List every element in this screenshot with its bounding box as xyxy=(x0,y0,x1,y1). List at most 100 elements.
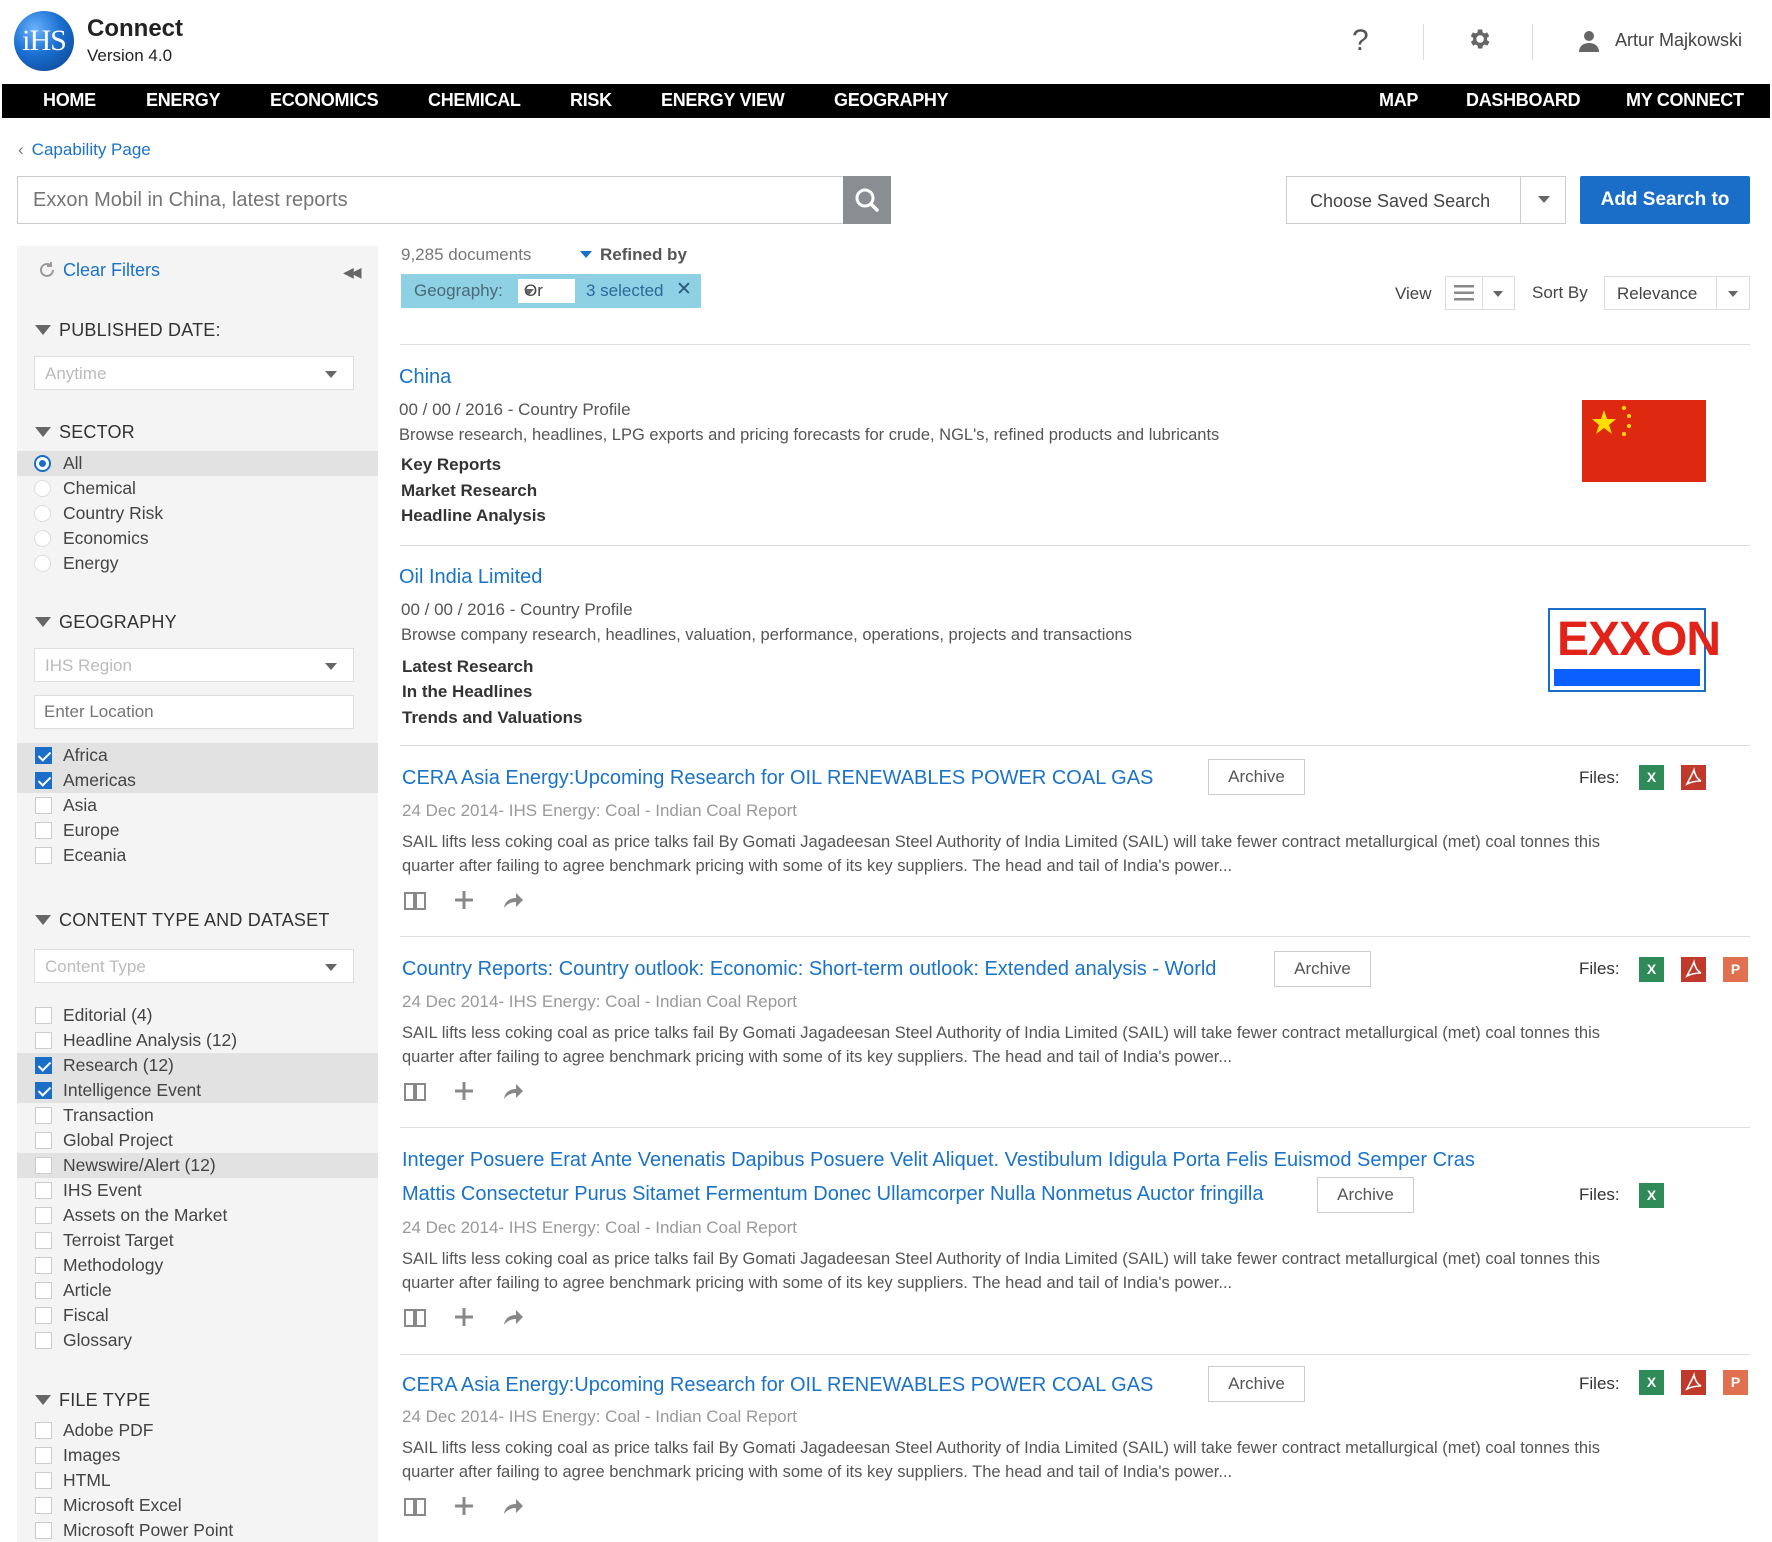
content-option-assets-on-market[interactable]: Assets on the Market xyxy=(17,1203,378,1228)
content-option-newswire-alert[interactable]: Newswire/Alert (12) xyxy=(17,1153,378,1178)
list-view-icon[interactable] xyxy=(1454,284,1474,302)
checkbox[interactable] xyxy=(35,1307,52,1324)
nav-energy-view[interactable]: ENERGY VIEW xyxy=(661,90,785,111)
checkbox[interactable] xyxy=(35,1107,52,1124)
add-icon[interactable] xyxy=(452,1305,476,1329)
view-selector[interactable] xyxy=(1445,276,1515,310)
checkbox[interactable] xyxy=(35,1522,52,1539)
nav-dashboard[interactable]: DASHBOARD xyxy=(1466,90,1581,111)
search-button[interactable] xyxy=(843,176,891,224)
chip-selection[interactable]: 3 selected xyxy=(586,281,664,301)
radio-selected[interactable] xyxy=(34,455,51,472)
excel-file-icon[interactable]: X xyxy=(1639,1370,1664,1395)
checkbox[interactable] xyxy=(35,1032,52,1049)
checkbox[interactable] xyxy=(35,1282,52,1299)
profile-title-oil-india[interactable]: Oil India Limited xyxy=(399,566,542,589)
nav-home[interactable]: HOME xyxy=(43,90,96,111)
clear-filters-button[interactable]: Clear Filters xyxy=(37,260,160,281)
bookmark-book-icon[interactable] xyxy=(403,1494,427,1518)
excel-file-icon[interactable]: X xyxy=(1639,765,1664,790)
nav-geography[interactable]: GEOGRAPHY xyxy=(834,90,949,111)
geo-option-americas[interactable]: Americas xyxy=(17,768,378,793)
checkbox[interactable] xyxy=(35,1497,52,1514)
nav-economics[interactable]: ECONOMICS xyxy=(270,90,379,111)
result-title[interactable]: CERA Asia Energy:Upcoming Research for O… xyxy=(402,1374,1153,1397)
geo-option-africa[interactable]: Africa xyxy=(17,743,378,768)
pdf-file-icon[interactable] xyxy=(1681,1370,1706,1395)
result-title[interactable]: Integer Posuere Erat Ante Venenatis Dapi… xyxy=(402,1149,1475,1172)
archive-button[interactable]: Archive xyxy=(1274,951,1371,987)
user-icon[interactable] xyxy=(1578,30,1600,52)
profile-link-trends-valuations[interactable]: Trends and Valuations xyxy=(402,708,582,728)
powerpoint-file-icon[interactable]: P xyxy=(1723,957,1748,982)
content-option-transaction[interactable]: Transaction xyxy=(17,1103,378,1128)
radio[interactable] xyxy=(34,555,51,572)
user-name[interactable]: Artur Majkowski xyxy=(1615,30,1742,51)
search-input[interactable] xyxy=(18,177,843,223)
file-option-images[interactable]: Images xyxy=(17,1443,378,1468)
add-icon[interactable] xyxy=(452,1494,476,1518)
bookmark-book-icon[interactable] xyxy=(403,1305,427,1329)
checkbox[interactable] xyxy=(35,1422,52,1439)
checkbox[interactable] xyxy=(35,1207,52,1224)
checkbox[interactable] xyxy=(35,822,52,839)
excel-file-icon[interactable]: X xyxy=(1639,1183,1664,1208)
file-option-adobe-pdf[interactable]: Adobe PDF xyxy=(17,1418,378,1443)
share-icon[interactable] xyxy=(501,888,525,912)
profile-link-headline-analysis[interactable]: Headline Analysis xyxy=(401,506,546,526)
content-type-header[interactable]: CONTENT TYPE AND DATASET xyxy=(35,910,330,931)
sector-option-energy[interactable]: Energy xyxy=(17,551,378,576)
add-icon[interactable] xyxy=(452,1079,476,1103)
file-option-html[interactable]: HTML xyxy=(17,1468,378,1493)
content-option-terroist-target[interactable]: Terroist Target xyxy=(17,1228,378,1253)
nav-map[interactable]: MAP xyxy=(1379,90,1418,111)
nav-risk[interactable]: RISK xyxy=(570,90,612,111)
close-icon[interactable]: ✕ xyxy=(676,278,692,301)
checkbox[interactable] xyxy=(35,1257,52,1274)
nav-energy[interactable]: ENERGY xyxy=(146,90,221,111)
file-option-excel[interactable]: Microsoft Excel xyxy=(17,1493,378,1518)
result-title[interactable]: CERA Asia Energy:Upcoming Research for O… xyxy=(402,767,1153,790)
content-option-intelligence-event[interactable]: Intelligence Event xyxy=(17,1078,378,1103)
geo-option-europe[interactable]: Europe xyxy=(17,818,378,843)
region-dropdown[interactable]: IHS Region xyxy=(34,648,354,682)
share-icon[interactable] xyxy=(501,1079,525,1103)
geo-option-asia[interactable]: Asia xyxy=(17,793,378,818)
nav-my-connect[interactable]: MY CONNECT xyxy=(1626,90,1744,111)
radio[interactable] xyxy=(34,530,51,547)
content-type-dropdown[interactable]: Content Type xyxy=(34,949,354,983)
checkbox[interactable] xyxy=(35,1472,52,1489)
share-icon[interactable] xyxy=(501,1494,525,1518)
powerpoint-file-icon[interactable]: P xyxy=(1723,1370,1748,1395)
published-date-header[interactable]: PUBLISHED DATE: xyxy=(35,320,221,341)
checkbox[interactable] xyxy=(35,1332,52,1349)
nav-chemical[interactable]: CHEMICAL xyxy=(428,90,521,111)
content-option-methodology[interactable]: Methodology xyxy=(17,1253,378,1278)
file-option-powerpoint[interactable]: Microsoft Power Point xyxy=(17,1518,378,1542)
profile-link-key-reports[interactable]: Key Reports xyxy=(401,455,501,475)
checkbox[interactable] xyxy=(35,1157,52,1174)
breadcrumb-capability-page[interactable]: Capability Page xyxy=(32,140,151,159)
chevron-down-icon[interactable] xyxy=(1493,291,1503,297)
content-option-global-project[interactable]: Global Project xyxy=(17,1128,378,1153)
profile-link-market-research[interactable]: Market Research xyxy=(401,481,537,501)
content-option-editorial[interactable]: Editorial (4) xyxy=(17,1003,378,1028)
checkbox[interactable] xyxy=(35,797,52,814)
gear-icon[interactable] xyxy=(1466,26,1492,52)
checkbox[interactable] xyxy=(35,1007,52,1024)
radio[interactable] xyxy=(34,480,51,497)
breadcrumb[interactable]: ‹ Capability Page xyxy=(18,140,151,160)
checkbox[interactable] xyxy=(35,1447,52,1464)
help-icon[interactable]: ? xyxy=(1352,24,1369,58)
content-option-research[interactable]: Research (12) xyxy=(17,1053,378,1078)
checkbox[interactable] xyxy=(35,1132,52,1149)
chevron-down-icon[interactable] xyxy=(1538,196,1550,203)
checkbox[interactable] xyxy=(35,1232,52,1249)
content-option-headline-analysis[interactable]: Headline Analysis (12) xyxy=(17,1028,378,1053)
sector-option-chemical[interactable]: Chemical xyxy=(17,476,378,501)
checkbox-checked[interactable] xyxy=(35,1057,52,1074)
checkbox-checked[interactable] xyxy=(35,747,52,764)
checkbox-checked[interactable] xyxy=(35,1082,52,1099)
sector-option-economics[interactable]: Economics xyxy=(17,526,378,551)
location-input[interactable] xyxy=(35,696,353,728)
